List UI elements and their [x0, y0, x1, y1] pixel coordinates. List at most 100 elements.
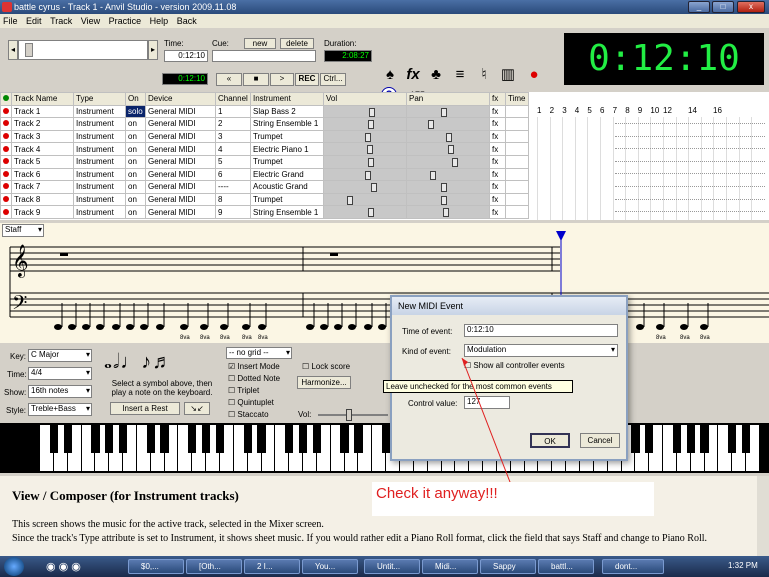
scroll-left-button[interactable]: ◂: [8, 40, 18, 60]
timeline-grid[interactable]: 1 2 3 4 5 6 7 8 9 10 12 14 16: [537, 105, 769, 225]
note-head[interactable]: [96, 324, 104, 330]
track-channel-cell[interactable]: 4: [215, 142, 251, 156]
scroll-right-button[interactable]: ▸: [148, 40, 158, 60]
ctrl-button[interactable]: Ctrl...: [320, 73, 346, 86]
mixer-track-row[interactable]: Track 3 Instrument on General MIDI 3 Trumpet f…: [0, 129, 529, 144]
track-channel-cell[interactable]: 1: [215, 104, 251, 119]
track-status-icon[interactable]: [3, 107, 9, 114]
track-device-cell[interactable]: General MIDI: [145, 129, 216, 144]
fx-icon[interactable]: fx: [403, 64, 423, 86]
menu-view[interactable]: View: [81, 16, 100, 26]
maximize-button[interactable]: □: [712, 1, 734, 13]
note-symbols-icon[interactable]: 𝅝𝅗𝅥♩♪♬: [104, 348, 216, 376]
track-status-cell[interactable]: [0, 142, 12, 156]
pan-knob[interactable]: [443, 208, 449, 218]
track-vol-slider[interactable]: [323, 117, 407, 131]
menu-edit[interactable]: Edit: [26, 16, 42, 26]
track-name-cell[interactable]: Track 3: [11, 129, 74, 144]
track-pan-slider[interactable]: [406, 129, 490, 144]
note-head[interactable]: [320, 324, 328, 330]
track-on-cell[interactable]: on: [125, 142, 146, 156]
pan-knob[interactable]: [428, 120, 434, 130]
track-device-cell[interactable]: General MIDI: [145, 104, 216, 119]
track-type-cell[interactable]: Instrument: [73, 129, 126, 144]
insert-mode-checkbox[interactable]: ☑ Insert Mode: [228, 362, 280, 371]
track-time-cell[interactable]: [505, 104, 529, 119]
track-time-cell[interactable]: [505, 154, 529, 169]
piano-keyboard[interactable]: [0, 423, 769, 473]
track-time-cell[interactable]: [505, 192, 529, 207]
track-time-cell[interactable]: [505, 180, 529, 194]
track-pan-slider[interactable]: [406, 180, 490, 194]
pan-knob[interactable]: [448, 145, 455, 155]
track-status-cell[interactable]: [0, 117, 12, 131]
minimize-button[interactable]: _: [688, 1, 710, 13]
track-fx-cell[interactable]: fx: [489, 192, 506, 207]
mixer-track-row[interactable]: Track 2 Instrument on General MIDI 2 String E…: [0, 117, 529, 131]
note-head[interactable]: [700, 324, 708, 330]
mixer-track-row[interactable]: Track 4 Instrument on General MIDI 4 Electric…: [0, 142, 529, 156]
track-vol-slider[interactable]: [323, 104, 407, 119]
track-channel-cell[interactable]: 9: [215, 205, 251, 219]
black-key[interactable]: [728, 425, 737, 453]
pan-knob[interactable]: [446, 132, 452, 142]
track-on-cell[interactable]: on: [125, 117, 146, 131]
track-vol-slider[interactable]: [323, 129, 407, 144]
stop-button[interactable]: ■: [243, 73, 269, 86]
pan-knob[interactable]: [440, 183, 447, 193]
note-head[interactable]: [126, 324, 134, 330]
note-head[interactable]: [364, 324, 372, 330]
guitar-icon[interactable]: ♮: [474, 64, 494, 86]
track-type-cell[interactable]: Instrument: [73, 154, 126, 169]
track-vol-slider[interactable]: [323, 154, 407, 169]
track-vol-slider[interactable]: [323, 142, 407, 156]
note-head[interactable]: [258, 324, 266, 330]
vol-knob[interactable]: [365, 132, 372, 142]
track-status-cell[interactable]: [0, 180, 12, 194]
track-type-cell[interactable]: Instrument: [73, 192, 126, 207]
black-key[interactable]: [257, 425, 266, 453]
lock-score-checkbox[interactable]: ☐ Lock score: [302, 362, 350, 371]
track-status-icon[interactable]: [3, 120, 9, 127]
track-fx-cell[interactable]: fx: [489, 180, 506, 194]
metronome-icon[interactable]: ♠: [380, 64, 400, 86]
cue-new-button[interactable]: new: [244, 38, 276, 49]
dotted-note-checkbox[interactable]: ☐ Dotted Note: [228, 374, 280, 383]
black-key[interactable]: [215, 425, 225, 453]
note-head[interactable]: [200, 324, 208, 330]
track-device-cell[interactable]: General MIDI: [145, 167, 216, 182]
black-key[interactable]: [285, 425, 294, 453]
ok-button[interactable]: OK: [530, 433, 570, 448]
piano-icon[interactable]: ▥: [498, 64, 518, 86]
note-head[interactable]: [680, 324, 688, 330]
track-vol-slider[interactable]: [323, 192, 407, 207]
note-head[interactable]: [334, 324, 342, 330]
harmonize-button[interactable]: Harmonize...: [297, 376, 351, 389]
taskbar-task[interactable]: Untit...: [364, 559, 420, 574]
track-on-cell[interactable]: on: [125, 129, 146, 144]
track-fx-cell[interactable]: fx: [489, 142, 506, 156]
black-key[interactable]: [645, 425, 654, 453]
time-of-event-field[interactable]: 0:12:10: [464, 324, 618, 337]
black-key[interactable]: [105, 425, 114, 453]
pan-knob[interactable]: [440, 195, 447, 205]
track-fx-cell[interactable]: fx: [489, 154, 506, 169]
track-type-cell[interactable]: Instrument: [73, 142, 126, 156]
black-key[interactable]: [312, 425, 322, 453]
track-status-cell[interactable]: [0, 205, 12, 219]
start-button[interactable]: [4, 557, 24, 576]
track-instrument-cell[interactable]: Trumpet: [250, 154, 324, 169]
menu-help[interactable]: Help: [150, 16, 169, 26]
black-key[interactable]: [63, 425, 72, 453]
track-name-cell[interactable]: Track 1: [11, 104, 74, 119]
staccato-checkbox[interactable]: ☐ Staccato: [228, 410, 269, 419]
note-head[interactable]: [378, 324, 386, 330]
style-select[interactable]: Treble+Bass ▾: [28, 403, 92, 416]
key-select[interactable]: C Major ▾: [28, 349, 92, 362]
track-on-cell[interactable]: on: [125, 154, 146, 169]
note-head[interactable]: [82, 324, 90, 330]
cue-field[interactable]: [212, 50, 316, 62]
mixer-track-row[interactable]: Track 9 Instrument on General MIDI 9 String E…: [0, 205, 529, 219]
track-device-cell[interactable]: General MIDI: [145, 117, 216, 131]
track-pan-slider[interactable]: [406, 167, 490, 182]
